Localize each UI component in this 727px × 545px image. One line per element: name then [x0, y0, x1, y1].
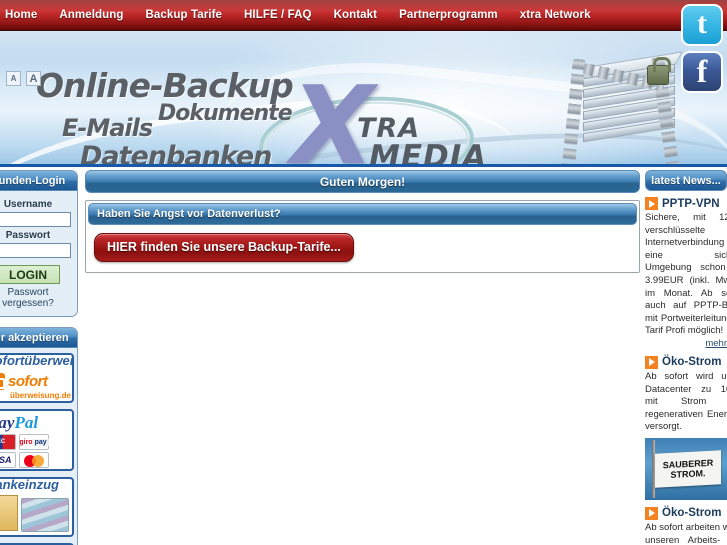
site-banner: A A Online-Backup Dokumente E-Mails Date… — [0, 31, 727, 167]
padlock-icon — [647, 57, 671, 85]
left-sidebar: Kunden-Login Username Passwort LOGIN Pas… — [0, 170, 81, 545]
banknotes-icon — [21, 498, 69, 532]
visa-card-icon: VISA — [0, 452, 16, 468]
page-root: Home Anmeldung Backup Tarife HILFE / FAQ… — [0, 0, 727, 545]
info-box: Haben Sie Angst vor Datenverlust? HIER f… — [85, 200, 640, 273]
twitter-icon[interactable]: t — [681, 4, 723, 46]
social-links: t f — [681, 4, 727, 98]
sofort-subtext: überweisung.de — [10, 391, 71, 400]
nav-item-backup-tarife[interactable]: Backup Tarife — [135, 9, 234, 21]
paypal-pal-text: Pal — [14, 413, 39, 432]
login-panel: Kunden-Login Username Passwort LOGIN Pas… — [0, 170, 78, 317]
sofort-square-icon — [0, 373, 5, 390]
password-label: Passwort — [5, 230, 51, 241]
nav-item-list: Home Anmeldung Backup Tarife HILFE / FAQ… — [0, 9, 602, 21]
clean-power-flag: SAUBERER STROM. — [655, 450, 721, 488]
facebook-icon[interactable]: f — [681, 51, 723, 93]
nav-item-hilfe-faq[interactable]: HILFE / FAQ — [233, 9, 323, 21]
news-item-title-row: Öko-Strom — [645, 506, 727, 520]
password-input[interactable] — [0, 243, 71, 258]
giropay-card-icon: giro pay — [19, 434, 49, 450]
banner-word-online-backup: Online-Backup — [36, 66, 294, 105]
payment-panel-title: Wir akzeptieren — [0, 328, 77, 348]
twitter-glyph: t — [697, 7, 707, 40]
nav-item-home[interactable]: Home — [0, 9, 48, 21]
sofort-logo: sofort — [0, 373, 48, 390]
username-input[interactable] — [0, 212, 71, 227]
news-item-title: Öko-Strom — [662, 507, 722, 520]
login-panel-body: Username Passwort LOGIN Passwort vergess… — [0, 191, 77, 316]
news-item-title: PPTP-VPN — [662, 197, 720, 210]
paypal-logo: PayPal — [0, 413, 38, 433]
banner-word-dokumente: Dokumente — [158, 101, 293, 126]
giropay-pay-text: pay — [32, 438, 49, 446]
news-more-link[interactable]: mehr — [645, 338, 727, 349]
payment-sofort-title: Sofortüberweisung — [0, 353, 74, 368]
card-row-bottom: VISA — [0, 452, 49, 468]
news-item-image: SAUBERER STROM. — [645, 437, 727, 500]
payment-panel-body: Sofortüberweisung sofort überweisung.de … — [0, 348, 77, 545]
nav-item-xtra-network[interactable]: xtra Network — [509, 9, 602, 21]
nav-item-kontakt[interactable]: Kontakt — [323, 9, 389, 21]
news-header: latest News... — [645, 170, 727, 191]
payment-methods-panel: Wir akzeptieren Sofortüberweisung sofort… — [0, 327, 78, 545]
flag-line-2: STROM. — [670, 467, 706, 480]
banner-word-datenbanken: Datenbanken — [80, 141, 272, 167]
font-size-small-button[interactable]: A — [6, 71, 21, 86]
arrow-right-icon — [645, 355, 658, 369]
payment-paypal[interactable]: PayPal EC giropay VISA — [0, 409, 74, 471]
font-size-controls: A A — [6, 71, 41, 86]
news-item-text: Ab sofort arbeiten wir in unseren Arbeit… — [645, 521, 727, 545]
payment-sofortueberweisung[interactable]: Sofortüberweisung sofort überweisung.de — [0, 353, 74, 403]
giropay-giro-text: giro — [19, 438, 33, 446]
mastercard-card-icon — [19, 452, 49, 468]
username-label: Username — [3, 199, 53, 210]
card-row-top: EC giropay — [0, 434, 49, 450]
paypal-pay-text: Pay — [0, 413, 15, 432]
news-item: Öko-Strom Ab sofort arbeiten wir in unse… — [645, 506, 727, 545]
nav-item-anmeldung[interactable]: Anmeldung — [48, 9, 134, 21]
nav-item-partnerprogramm[interactable]: Partnerprogramm — [388, 9, 509, 21]
news-item-title-row: Öko-Strom — [645, 355, 727, 369]
info-box-body: HIER finden Sie unsere Backup-Tarife... — [86, 225, 639, 272]
arrow-right-icon — [645, 197, 658, 210]
bank-building-icon — [0, 495, 18, 531]
news-item-title: Öko-Strom — [662, 356, 722, 369]
info-box-title: Haben Sie Angst vor Datenverlust? — [88, 203, 637, 225]
backup-tarife-cta-button[interactable]: HIER finden Sie unsere Backup-Tarife... — [94, 233, 354, 262]
ec-card-icon: EC — [0, 434, 16, 450]
login-panel-title: Kunden-Login — [0, 171, 77, 191]
payment-bankeinzug[interactable]: Bankeinzug — [0, 477, 74, 537]
content-area: Kunden-Login Username Passwort LOGIN Pas… — [0, 170, 727, 545]
news-item-text: Ab sofort wird unser Datacenter zu 100% … — [645, 370, 727, 433]
logo-text-media: MEDIA — [369, 139, 488, 167]
bankeinzug-illustration — [0, 495, 69, 532]
banner-word-emails: E-Mails — [62, 114, 153, 142]
main-navigation-bar: Home Anmeldung Backup Tarife HILFE / FAQ… — [0, 0, 727, 31]
news-item-title-row: PPTP-VPN — [645, 197, 727, 210]
mastercard-orange-circle — [32, 455, 44, 467]
font-size-large-button[interactable]: A — [26, 71, 41, 86]
facebook-glyph: f — [696, 53, 708, 89]
sofort-wordmark: sofort — [8, 373, 48, 390]
payment-bankeinzug-title: Bankeinzug — [0, 477, 59, 492]
news-item: PPTP-VPN Sichere, mit 128bit verschlüsse… — [645, 197, 727, 349]
news-sidebar: latest News... PPTP-VPN Sichere, mit 128… — [645, 170, 727, 545]
arrow-right-icon — [645, 506, 658, 520]
login-button[interactable]: LOGIN — [0, 265, 60, 284]
forgot-password-link[interactable]: Passwort vergessen? — [0, 287, 71, 309]
greeting-bar: Guten Morgen! — [85, 170, 640, 193]
news-item-text: Sichere, mit 128bit verschlüsselte Inter… — [645, 212, 727, 337]
main-column: Guten Morgen! Haben Sie Angst vor Datenv… — [85, 170, 640, 273]
news-item: Öko-Strom Ab sofort wird unser Datacente… — [645, 355, 727, 500]
